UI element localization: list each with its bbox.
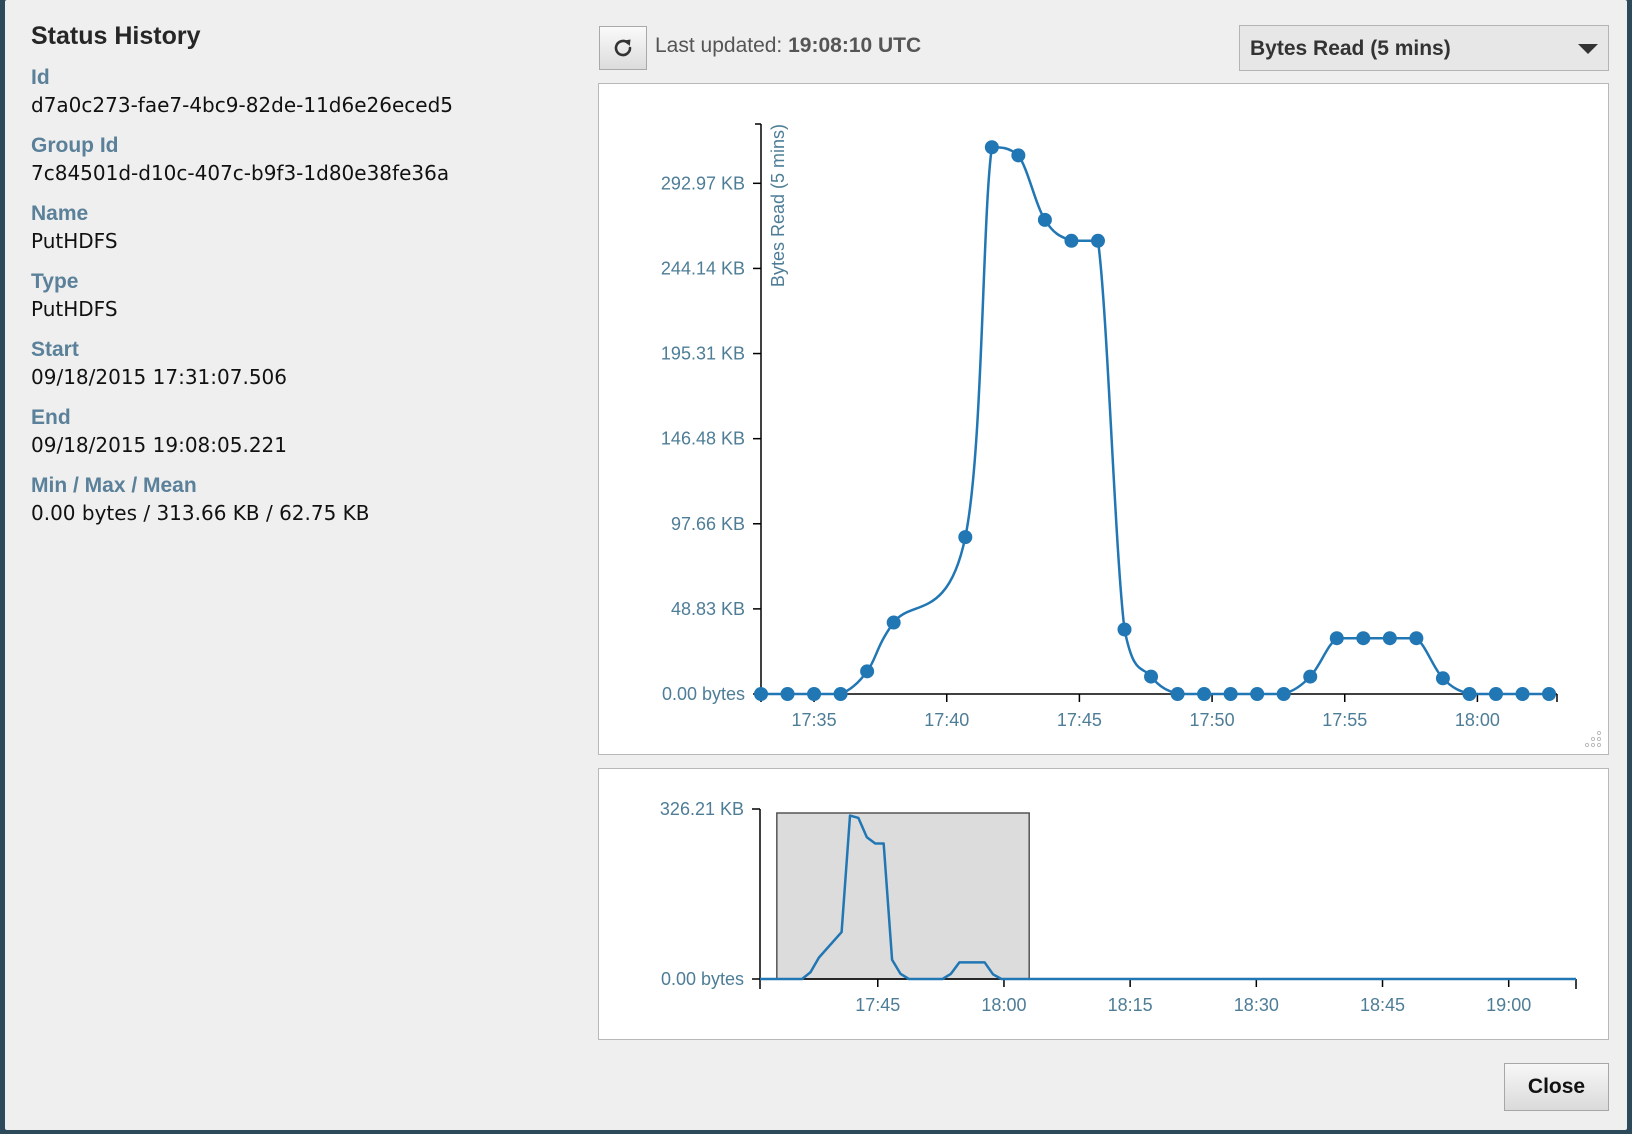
resize-handle-icon[interactable] — [1584, 730, 1602, 748]
data-point — [984, 140, 999, 155]
data-point — [1488, 687, 1503, 701]
data-point — [1250, 687, 1265, 701]
field-label: Group Id — [31, 134, 119, 157]
data-point — [1011, 148, 1026, 163]
y-axis-label: Bytes Read (5 mins) — [768, 124, 788, 287]
metric-select[interactable]: Bytes Read (5 mins) — [1239, 25, 1609, 71]
y-tick-label: 292.97 KB — [661, 173, 745, 193]
data-point — [1303, 669, 1318, 684]
last-updated-label: Last updated: — [655, 34, 783, 57]
y-tick-label: 146.48 KB — [661, 429, 745, 449]
detail-field: Start 09/18/2015 17:31:07.506 — [31, 337, 571, 391]
overview-chart[interactable]: 0.00 bytes 326.21 KB 17:45 18:00 18:15 18:30 1… — [598, 768, 1609, 1040]
data-point — [1064, 233, 1079, 248]
x-tick-label: 18:45 — [1360, 995, 1405, 1015]
data-point — [1276, 687, 1291, 701]
chevron-down-icon — [1578, 44, 1598, 54]
field-label: Name — [31, 202, 89, 225]
data-point — [1542, 687, 1557, 701]
detail-field: Min / Max / Mean 0.00 bytes / 313.66 KB /… — [31, 473, 571, 527]
field-label: Min / Max / Mean — [31, 474, 197, 497]
data-point — [1462, 687, 1477, 701]
y-tick-label: 0.00 bytes — [662, 684, 745, 704]
last-updated: Last updated: 19:08:10 UTC — [655, 34, 921, 58]
y-tick-label: 97.66 KB — [671, 514, 745, 534]
x-tick-label: 18:00 — [981, 995, 1026, 1015]
x-tick-label: 18:15 — [1108, 995, 1153, 1015]
data-point — [860, 664, 875, 679]
refresh-icon — [614, 39, 632, 57]
detail-field: End 09/18/2015 19:08:05.221 — [31, 405, 571, 459]
field-label: End — [31, 406, 71, 429]
status-history-dialog: Status History Id d7a0c273-fae7-4bc9-82de… — [5, 0, 1627, 1130]
field-value: PutHDFS — [31, 229, 118, 253]
field-value: PutHDFS — [31, 297, 118, 321]
data-point — [1170, 687, 1185, 701]
field-value: 09/18/2015 17:31:07.506 — [31, 365, 287, 389]
data-point — [886, 615, 901, 630]
y-tick-label: 244.14 KB — [661, 258, 745, 278]
details-panel: Status History Id d7a0c273-fae7-4bc9-82de… — [31, 22, 571, 541]
dialog-title: Status History — [31, 22, 201, 50]
overview-chart-svg: 0.00 bytes 326.21 KB 17:45 18:00 18:15 18:30 1… — [660, 799, 1577, 1015]
x-tick-label: 17:50 — [1190, 710, 1235, 730]
data-point — [1515, 687, 1530, 701]
data-point — [807, 687, 822, 701]
data-point — [958, 530, 973, 545]
detail-field: Id d7a0c273-fae7-4bc9-82de-11d6e26eced5 — [31, 65, 571, 119]
data-point — [1197, 687, 1212, 701]
x-tick-label: 17:55 — [1322, 710, 1367, 730]
data-point — [1329, 631, 1344, 646]
field-label: Type — [31, 270, 79, 293]
data-point — [1409, 631, 1424, 646]
y-tick-label: 48.83 KB — [671, 599, 745, 619]
data-point — [1037, 212, 1052, 227]
detail-chart-svg: 0.00 bytes 48.83 KB 97.66 KB 146.48 KB 195.3… — [661, 123, 1558, 730]
x-tick-label: 18:00 — [1455, 710, 1500, 730]
data-point — [1382, 631, 1397, 646]
detail-field: Type PutHDFS — [31, 269, 571, 323]
field-value: 09/18/2015 19:08:05.221 — [31, 433, 287, 457]
detail-chart: 0.00 bytes 48.83 KB 97.66 KB 146.48 KB 195.3… — [598, 83, 1609, 755]
detail-field: Name PutHDFS — [31, 201, 571, 255]
x-tick-label: 17:35 — [792, 710, 837, 730]
field-label: Id — [31, 66, 50, 89]
y-tick-label: 0.00 bytes — [661, 969, 744, 989]
field-value: 0.00 bytes / 313.66 KB / 62.75 KB — [31, 501, 370, 525]
refresh-button[interactable] — [599, 26, 647, 70]
series-line — [761, 146, 1550, 696]
detail-field: Group Id 7c84501d-d10c-407c-b9f3-1d80e38f… — [31, 133, 571, 187]
data-point — [1223, 687, 1238, 701]
x-tick-label: 17:40 — [924, 710, 969, 730]
x-tick-label: 17:45 — [1057, 710, 1102, 730]
data-point — [833, 687, 848, 701]
data-point — [1090, 233, 1105, 248]
data-point — [754, 687, 768, 701]
close-button[interactable]: Close — [1504, 1063, 1609, 1111]
y-tick-label: 326.21 KB — [660, 799, 744, 819]
last-updated-value: 19:08:10 UTC — [788, 34, 922, 57]
field-value: d7a0c273-fae7-4bc9-82de-11d6e26eced5 — [31, 93, 454, 117]
y-tick-label: 195.31 KB — [661, 344, 745, 364]
x-tick-label: 17:45 — [855, 995, 900, 1015]
field-label: Start — [31, 338, 79, 361]
metric-select-value: Bytes Read (5 mins) — [1250, 37, 1451, 60]
data-point — [1144, 669, 1159, 684]
x-tick-label: 18:30 — [1234, 995, 1279, 1015]
field-value: 7c84501d-d10c-407c-b9f3-1d80e38fe36a — [31, 161, 450, 185]
data-point — [1435, 671, 1450, 686]
x-tick-label: 19:00 — [1486, 995, 1531, 1015]
data-point — [1356, 631, 1371, 646]
brush-selection — [776, 812, 1030, 980]
data-point — [1117, 622, 1132, 637]
data-point — [780, 687, 795, 701]
